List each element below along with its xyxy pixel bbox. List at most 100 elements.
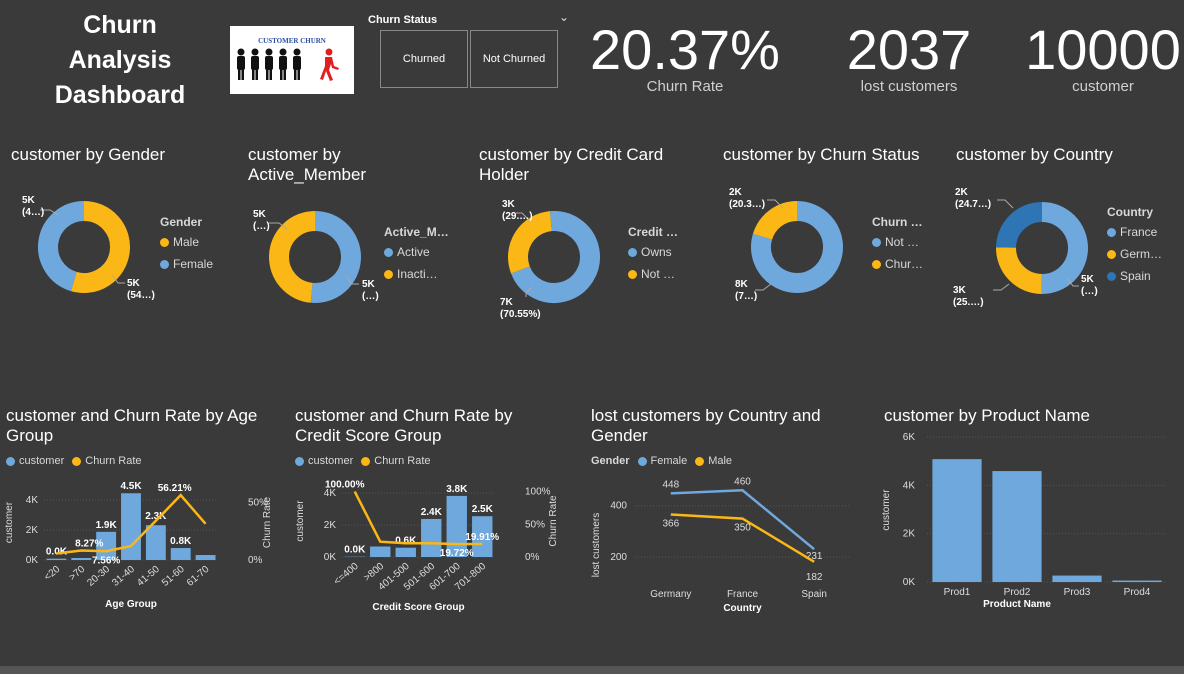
legend-item-female[interactable]: Female bbox=[637, 455, 688, 467]
legend-label: Female bbox=[173, 257, 214, 271]
legend-item-churn-rate[interactable]: Churn Rate bbox=[361, 455, 431, 467]
x-tick-label: Prod3 bbox=[1064, 587, 1091, 598]
data-label: 3K bbox=[502, 199, 516, 210]
data-label: 5K bbox=[127, 278, 141, 289]
donut-slice[interactable] bbox=[310, 211, 361, 303]
active-member-chart-title: customer by Active_Member bbox=[248, 145, 367, 184]
legend-label: Active bbox=[397, 245, 430, 259]
kpi-value: 10000 bbox=[1025, 18, 1181, 81]
data-label: 2K bbox=[729, 187, 743, 198]
legend-item-female[interactable]: Female bbox=[160, 257, 213, 271]
legend-item-customer[interactable]: customer bbox=[6, 455, 64, 467]
line-data-label: 7.56% bbox=[92, 555, 120, 566]
leader-line bbox=[755, 283, 772, 291]
slicer-option-not-churned[interactable]: Not Churned bbox=[470, 30, 558, 88]
legend-item-churn-rate[interactable]: Churn Rate bbox=[72, 455, 142, 467]
donut-slice[interactable] bbox=[70, 201, 130, 293]
bar-data-label: 4.5K bbox=[120, 481, 142, 492]
data-label: (…) bbox=[1081, 286, 1098, 297]
x-axis-title: Product Name bbox=[983, 599, 1051, 610]
data-label: (24.7…) bbox=[955, 199, 991, 210]
legend-item-customer[interactable]: customer bbox=[295, 455, 353, 467]
bar[interactable] bbox=[46, 558, 67, 560]
legend-item-spain[interactable]: Spain bbox=[1107, 269, 1162, 283]
bottom-scrollbar[interactable] bbox=[0, 666, 1184, 674]
legend-item-not-churned[interactable]: Not … bbox=[872, 235, 923, 249]
churn-status-chart-title: customer by Churn Status bbox=[723, 145, 920, 164]
legend-item-male[interactable]: Male bbox=[695, 455, 732, 467]
bar[interactable] bbox=[71, 558, 92, 560]
data-label: (…) bbox=[253, 221, 270, 232]
y-tick-label: 0K bbox=[903, 577, 916, 588]
donut-slice[interactable] bbox=[38, 201, 85, 292]
y2-tick-label: 0% bbox=[525, 552, 540, 563]
data-label: 5K bbox=[362, 279, 376, 290]
legend-label: Not … bbox=[885, 235, 920, 249]
bar-data-label: 2.5K bbox=[472, 504, 494, 515]
credit-score-combo-chart[interactable]: 0K2K4K0%50%100%0.0K0.6K2.4K3.8K2.5K100.0… bbox=[290, 470, 580, 615]
legend-item-owns[interactable]: Owns bbox=[628, 245, 678, 259]
lost-customers-chart-title: lost customers by Country and Gender bbox=[591, 406, 821, 445]
data-label: 2K bbox=[955, 187, 969, 198]
legend-title: Active_M… bbox=[384, 225, 449, 239]
y-axis-title: customer bbox=[4, 501, 15, 543]
line-data-label: 448 bbox=[662, 479, 679, 490]
x-tick-label: 51-60 bbox=[160, 564, 187, 589]
legend-item-germany[interactable]: Germ… bbox=[1107, 247, 1162, 261]
legend-item-male[interactable]: Male bbox=[160, 235, 213, 249]
legend-label: Female bbox=[650, 455, 688, 467]
x-tick-label: Spain bbox=[801, 589, 827, 600]
bar[interactable] bbox=[932, 459, 982, 582]
data-label: (70.55%) bbox=[500, 309, 541, 320]
y-tick-label: 4K bbox=[903, 480, 916, 491]
line-data-label: 56.21% bbox=[158, 483, 192, 494]
bar[interactable] bbox=[395, 547, 416, 557]
y-tick-label: 0K bbox=[324, 552, 337, 563]
bar[interactable] bbox=[992, 471, 1042, 582]
logo-caption: CUSTOMER CHURN bbox=[258, 37, 326, 45]
bar[interactable] bbox=[121, 493, 141, 560]
lost-customers-line-chart[interactable]: 200400448 460231366 350182Germany France Spa… bbox=[585, 470, 875, 615]
y-tick-label: 200 bbox=[610, 552, 627, 563]
y2-tick-label: 50% bbox=[525, 519, 545, 530]
legend-item-not-owns[interactable]: Not … bbox=[628, 267, 678, 281]
data-label: (25.…) bbox=[953, 297, 984, 308]
slicer-option-churned[interactable]: Churned bbox=[380, 30, 468, 88]
line-data-label: 19.72% bbox=[440, 548, 474, 559]
bar[interactable] bbox=[421, 518, 442, 557]
age-chart-title: customer and Churn Rate by Age Group bbox=[6, 406, 258, 445]
kpi-value: 20.37% bbox=[590, 18, 780, 81]
bar[interactable] bbox=[145, 525, 166, 560]
data-label: (…) bbox=[362, 291, 379, 302]
bar-data-label: 0.0K bbox=[344, 545, 366, 556]
bar[interactable] bbox=[1112, 580, 1162, 582]
donut-slice[interactable] bbox=[508, 211, 553, 274]
line-data-label: 100.00% bbox=[325, 480, 365, 491]
donut-slice[interactable] bbox=[1041, 202, 1088, 294]
legend-item-inactive[interactable]: Inacti… bbox=[384, 267, 449, 281]
donut-slice[interactable] bbox=[269, 211, 316, 303]
x-tick-label: Prod1 bbox=[944, 587, 971, 598]
bar[interactable] bbox=[1052, 575, 1102, 582]
donut-slice[interactable] bbox=[752, 201, 798, 241]
legend-title: Gender bbox=[591, 455, 630, 467]
legend-item-churned[interactable]: Chur… bbox=[872, 257, 923, 271]
chevron-down-icon[interactable]: ⌄ bbox=[559, 10, 569, 24]
donut-slice[interactable] bbox=[996, 202, 1043, 249]
bar[interactable] bbox=[370, 546, 391, 557]
churn-status-legend: Churn … Not … Chur… bbox=[872, 215, 923, 271]
country-chart-title: customer by Country bbox=[956, 145, 1113, 164]
legend-label: Inacti… bbox=[397, 267, 438, 281]
product-bar-chart[interactable]: 0K 2K 4K 6K Prod1 Prod2 Prod3 Prod4 Product Name… bbox=[875, 425, 1175, 615]
age-group-combo-chart[interactable]: 0K2K4K0%50%0.0K1.9K4.5K2.3K0.8K8.27%7.56… bbox=[0, 475, 290, 615]
lost-chart-legend: Gender Female Male bbox=[591, 455, 732, 467]
data-label: (4…) bbox=[22, 207, 44, 218]
donut-slice[interactable] bbox=[996, 247, 1043, 294]
legend-item-active[interactable]: Active bbox=[384, 245, 449, 259]
legend-item-france[interactable]: France bbox=[1107, 225, 1162, 239]
x-tick-label: 41-50 bbox=[135, 564, 162, 589]
age-chart-legend: customer Churn Rate bbox=[6, 455, 142, 467]
bar[interactable] bbox=[195, 555, 216, 560]
legend-title: Credit … bbox=[628, 225, 679, 239]
bar[interactable] bbox=[170, 548, 191, 560]
